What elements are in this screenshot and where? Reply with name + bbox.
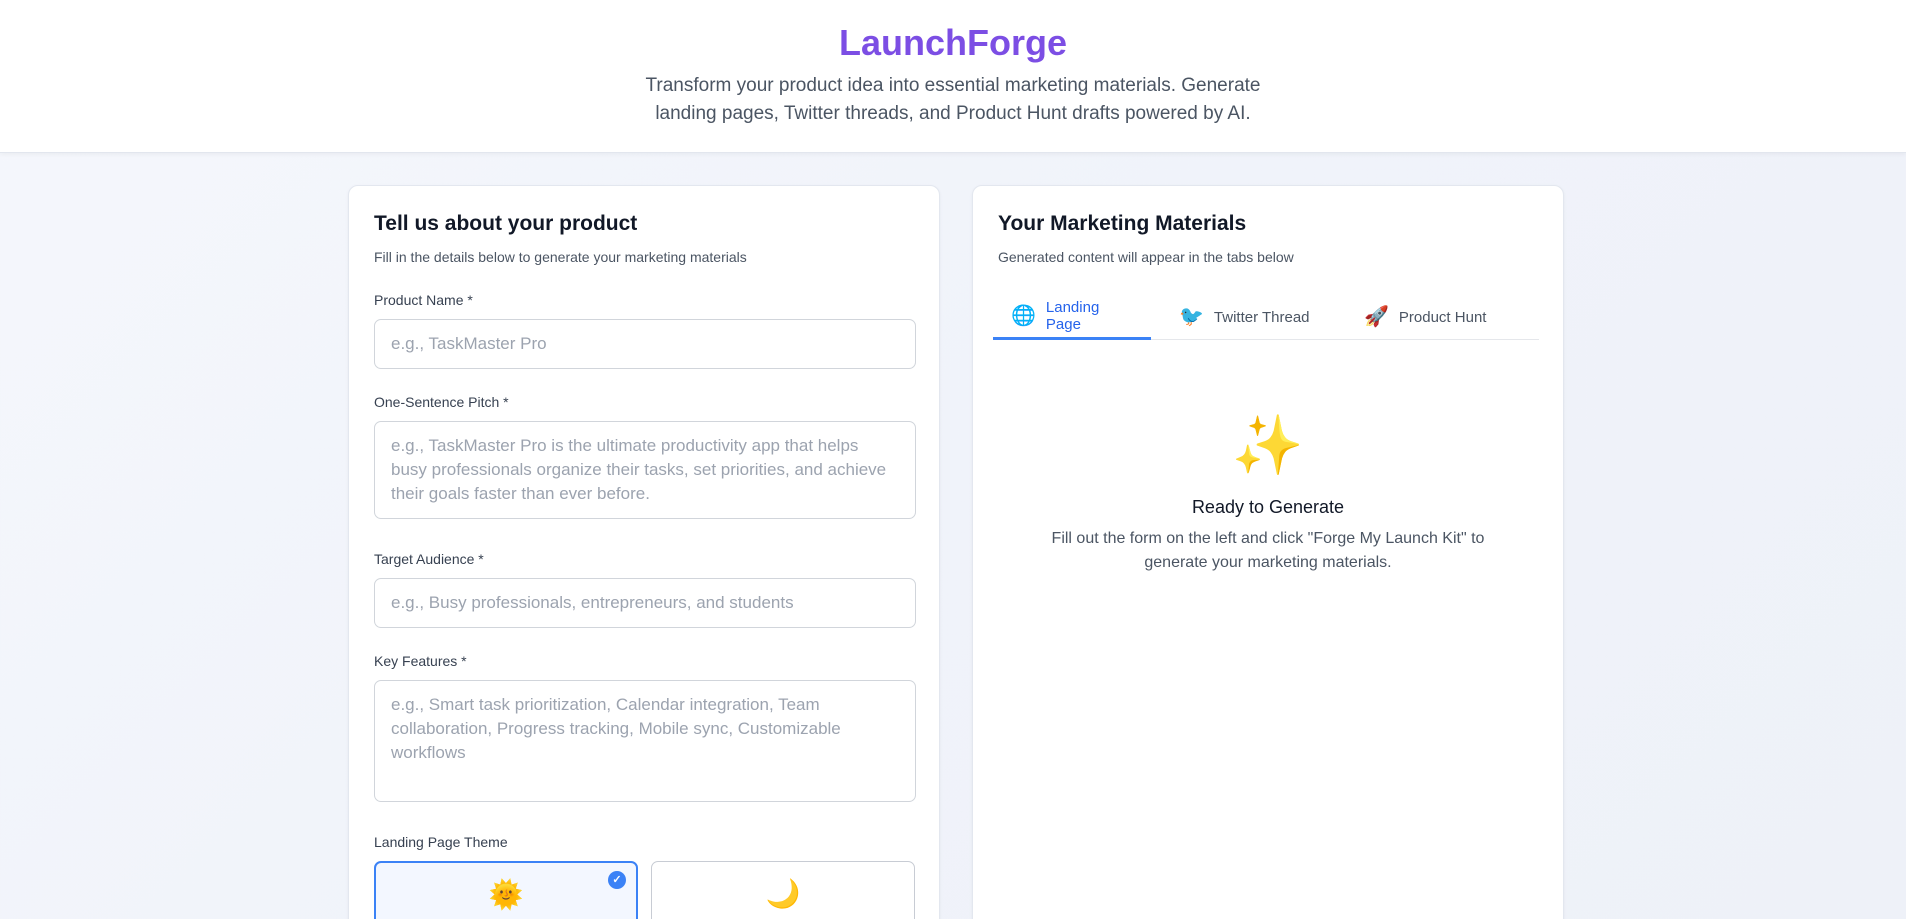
globe-icon: 🌐 <box>1011 304 1036 327</box>
output-subtitle: Generated content will appear in the tab… <box>998 249 1294 265</box>
tab-product-hunt[interactable]: 🚀 Product Hunt <box>1346 294 1504 340</box>
output-title: Your Marketing Materials <box>998 212 1247 235</box>
moon-icon: 🌙 <box>765 878 801 909</box>
theme-label: Landing Page Theme <box>374 834 508 850</box>
brand-title: LaunchForge <box>838 22 1067 63</box>
tab-twitter-thread[interactable]: 🐦 Twitter Thread <box>1161 294 1328 340</box>
output-card: Your Marketing Materials Generated conte… <box>972 185 1564 919</box>
product-name-label: Product Name * <box>374 292 473 308</box>
pitch-label: One-Sentence Pitch * <box>374 394 509 410</box>
tab-label: Twitter Thread <box>1213 308 1310 326</box>
audience-input[interactable] <box>374 578 916 628</box>
product-form-card: Tell us about your product Fill in the d… <box>348 185 940 919</box>
sun-icon: 🌞 <box>488 879 524 910</box>
theme-option-light[interactable]: 🌞 ✓ <box>374 861 638 919</box>
audience-label: Target Audience * <box>374 551 484 567</box>
empty-state-title: Ready to Generate <box>1191 497 1345 517</box>
tab-landing-page[interactable]: 🌐 Landing Page <box>993 294 1151 340</box>
pitch-input[interactable] <box>374 421 916 519</box>
bird-icon: 🐦 <box>1179 306 1204 328</box>
form-title: Tell us about your product <box>374 212 638 235</box>
brand-tagline: Transform your product idea into essenti… <box>645 75 1261 124</box>
form-subtitle: Fill in the details below to generate yo… <box>374 249 747 265</box>
features-input[interactable] <box>374 680 916 802</box>
tab-label: Landing Page <box>1045 298 1100 333</box>
theme-option-dark[interactable]: 🌙 <box>651 861 915 919</box>
check-icon: ✓ <box>608 871 626 889</box>
tab-label: Product Hunt <box>1398 308 1487 326</box>
output-tabs: 🌐 Landing Page 🐦 Twitter Thread 🚀 Produc… <box>993 294 1539 340</box>
app-header: LaunchForge Transform your product idea … <box>0 0 1906 153</box>
empty-state-description: Fill out the form on the left and click … <box>1051 530 1485 571</box>
rocket-icon: 🚀 <box>1364 306 1389 328</box>
features-label: Key Features * <box>374 653 467 669</box>
product-name-input[interactable] <box>374 319 916 369</box>
sparkles-icon: ✨ <box>1231 413 1305 478</box>
